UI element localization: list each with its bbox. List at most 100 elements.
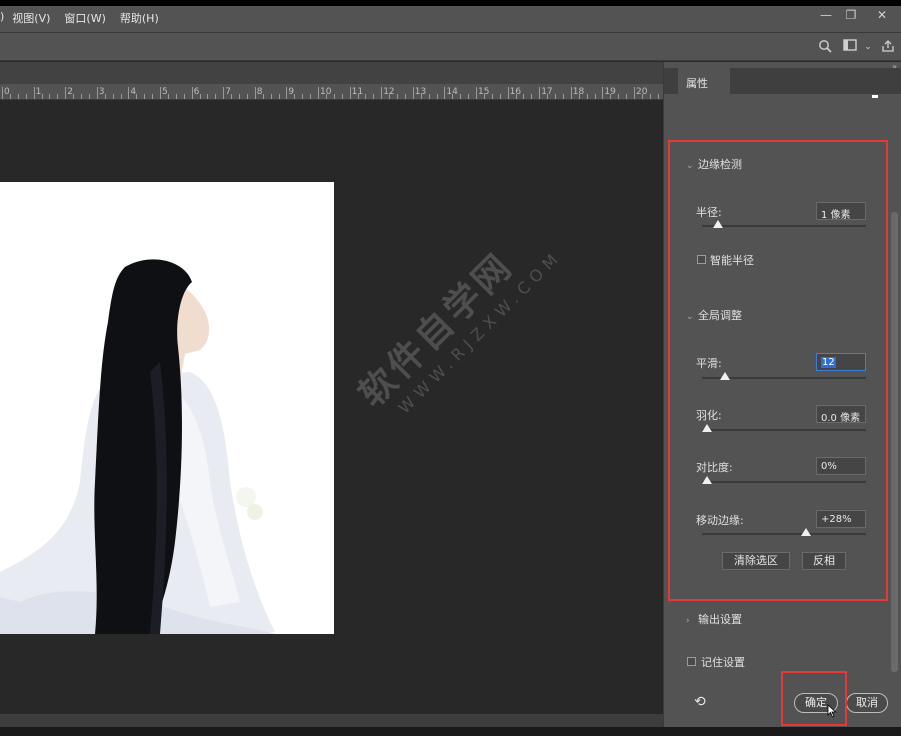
feather-slider[interactable] bbox=[702, 424, 866, 432]
chevron-down-icon: ⌄ bbox=[686, 161, 694, 171]
close-icon[interactable]: ✕ bbox=[874, 8, 890, 22]
global-refine-title: 全局调整 bbox=[698, 309, 742, 322]
ruler-minor-tick bbox=[491, 94, 493, 99]
ruler-minor-tick bbox=[562, 94, 564, 99]
ruler-minor-tick bbox=[183, 94, 185, 99]
reset-icon[interactable]: ⟲ bbox=[694, 694, 706, 710]
ruler-minor-tick bbox=[428, 94, 430, 99]
ruler-tick-mark bbox=[602, 87, 604, 99]
smooth-input[interactable]: 12 bbox=[816, 353, 866, 371]
ruler-minor-tick bbox=[531, 94, 533, 99]
ruler-tick-mark bbox=[286, 87, 288, 99]
smooth-slider-thumb[interactable] bbox=[720, 372, 731, 380]
ruler-tick-mark bbox=[33, 87, 35, 99]
menu-item-view[interactable]: 视图(V) bbox=[12, 10, 50, 26]
ruler-tick-mark bbox=[65, 87, 67, 99]
panel-scrollbar[interactable] bbox=[891, 212, 898, 672]
ruler-label: 13 bbox=[414, 87, 427, 97]
contrast-label: 对比度: bbox=[696, 461, 733, 474]
ruler-tick-mark bbox=[96, 87, 98, 99]
ruler-tick-mark bbox=[223, 87, 225, 99]
radius-slider[interactable] bbox=[702, 220, 866, 228]
ruler-minor-tick bbox=[41, 94, 43, 99]
contrast-input[interactable]: 0% bbox=[816, 457, 866, 475]
ruler-minor-tick bbox=[167, 94, 169, 99]
ruler-minor-tick bbox=[460, 94, 462, 99]
ruler-minor-tick bbox=[262, 94, 264, 99]
ruler-minor-tick bbox=[468, 94, 470, 99]
smooth-slider[interactable] bbox=[702, 372, 866, 380]
ruler-minor-tick bbox=[626, 94, 628, 99]
smart-radius-checkbox[interactable] bbox=[697, 255, 706, 264]
title-strip bbox=[0, 0, 901, 6]
radius-slider-thumb[interactable] bbox=[712, 220, 723, 228]
ruler-label: 12 bbox=[383, 87, 395, 97]
ruler-label: 9 bbox=[288, 87, 295, 97]
ruler-minor-tick bbox=[207, 94, 209, 99]
contrast-slider-thumb[interactable] bbox=[702, 476, 712, 484]
menu-bar: ) 视图(V) 窗口(W) 帮助(H) — ❐ ✕ bbox=[0, 0, 901, 33]
ruler-minor-tick bbox=[231, 94, 233, 99]
shift-edge-input[interactable]: +28% bbox=[816, 510, 866, 528]
global-refine-header[interactable]: ⌄ 全局调整 bbox=[686, 307, 742, 323]
radius-label: 半径: bbox=[696, 206, 722, 219]
ruler-minor-tick bbox=[657, 94, 659, 99]
minimize-icon[interactable]: — bbox=[818, 8, 834, 22]
ruler-minor-tick bbox=[25, 94, 27, 99]
chevron-down-icon[interactable]: ⌄ bbox=[860, 39, 876, 55]
ruler-tick-mark bbox=[2, 87, 3, 99]
properties-panel: » 属性 ⌄ 边缘检测 半径: 1 像素 智能半径 ⌄ 全局调整 平滑: 12 羽化… bbox=[663, 62, 901, 727]
workspace-icon[interactable] bbox=[842, 39, 858, 55]
document-image[interactable] bbox=[0, 182, 334, 634]
share-icon[interactable] bbox=[880, 39, 896, 55]
ruler-tick-mark bbox=[570, 87, 572, 99]
menu-item-help[interactable]: 帮助(H) bbox=[120, 10, 159, 26]
shift-edge-slider[interactable] bbox=[702, 528, 866, 536]
horizontal-ruler: 0 1 2 3 4 5 6 7 8 9 10 11 12 13 14 15 16 17 18 19 20 bbox=[0, 84, 663, 100]
radius-input[interactable]: 1 像素 bbox=[816, 202, 866, 221]
menu-item-window[interactable]: 窗口(W) bbox=[64, 10, 105, 26]
search-icon[interactable] bbox=[817, 39, 833, 55]
output-settings-header[interactable]: › 输出设置 bbox=[686, 611, 742, 627]
ruler-label: 2 bbox=[67, 87, 73, 97]
horizontal-scrollbar[interactable] bbox=[0, 714, 663, 727]
ruler-label: 10 bbox=[320, 87, 332, 97]
feather-slider-thumb[interactable] bbox=[702, 424, 712, 432]
ruler-minor-tick bbox=[586, 94, 588, 99]
ruler-label: 8 bbox=[256, 87, 263, 97]
ruler-minor-tick bbox=[436, 94, 438, 99]
tab-properties[interactable]: 属性 bbox=[678, 68, 730, 94]
ruler-tick-mark bbox=[381, 87, 383, 99]
ruler-label: 7 bbox=[225, 87, 231, 97]
ruler-tick-mark bbox=[476, 87, 477, 99]
invert-button[interactable]: 反相 bbox=[802, 552, 846, 570]
ruler-minor-tick bbox=[365, 94, 367, 99]
feather-label: 羽化: bbox=[696, 409, 722, 422]
document-tab-strip bbox=[0, 62, 673, 84]
chevron-right-icon: › bbox=[686, 616, 690, 626]
menu-item-partial[interactable]: ) bbox=[0, 10, 4, 26]
ruler-label: 1 bbox=[35, 87, 42, 97]
ruler-label: 5 bbox=[162, 87, 168, 97]
ruler-minor-tick bbox=[397, 94, 398, 99]
shift-edge-slider-thumb[interactable] bbox=[800, 528, 811, 536]
ruler-minor-tick bbox=[199, 94, 201, 99]
ruler-label: 11 bbox=[351, 87, 364, 97]
ruler-tick-mark bbox=[191, 87, 193, 99]
ruler-minor-tick bbox=[175, 94, 177, 99]
edge-detection-header[interactable]: ⌄ 边缘检测 bbox=[686, 156, 742, 172]
ruler-minor-tick bbox=[618, 94, 620, 99]
restore-icon[interactable]: ❐ bbox=[843, 8, 859, 22]
remember-settings-checkbox[interactable] bbox=[687, 657, 696, 666]
ruler-tick-mark bbox=[128, 87, 130, 99]
ruler-minor-tick bbox=[49, 94, 51, 99]
ruler-label: 4 bbox=[130, 87, 137, 97]
feather-input[interactable]: 0.0 像素 bbox=[816, 405, 866, 424]
ruler-minor-tick bbox=[120, 94, 122, 99]
ruler-label: 17 bbox=[541, 87, 553, 97]
contrast-slider[interactable] bbox=[702, 476, 866, 484]
ruler-label: 18 bbox=[572, 87, 585, 97]
cancel-button[interactable]: 取消 bbox=[846, 693, 888, 713]
panel-minimize-marker[interactable] bbox=[872, 95, 878, 98]
clear-selection-button[interactable]: 清除选区 bbox=[722, 552, 790, 570]
